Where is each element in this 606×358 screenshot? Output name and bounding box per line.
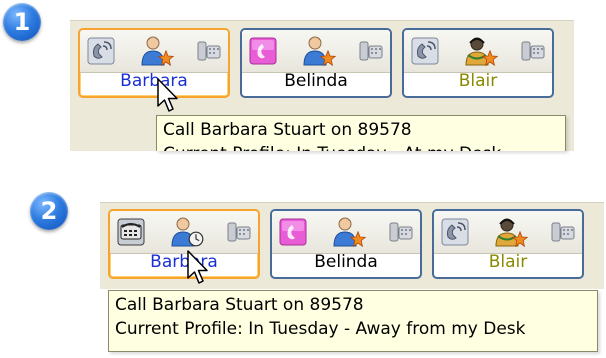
mouse-cursor-icon — [157, 78, 181, 114]
tooltip-profile-line: Current Profile: In Tuesday - Away from … — [115, 319, 526, 339]
desk-phone-grey-icon — [194, 36, 224, 66]
desk-phone-grey-icon — [356, 36, 386, 66]
contact-card-barbara[interactable]: Barbara — [78, 28, 230, 98]
available-star-icon — [350, 231, 366, 247]
available-star-icon — [512, 231, 528, 247]
available-star-icon — [320, 50, 336, 66]
available-star-icon — [158, 50, 174, 66]
contact-icons — [80, 30, 228, 73]
contact-icons — [404, 30, 552, 73]
contact-icons — [110, 211, 258, 254]
contact-card-blair[interactable]: Blair — [402, 28, 554, 98]
contact-name: Barbara — [150, 252, 218, 272]
available-star-icon — [482, 50, 498, 66]
handset-icon[interactable] — [440, 217, 470, 247]
contact-name: Blair — [458, 71, 498, 91]
contact-icons — [434, 211, 582, 254]
handset-icon[interactable] — [410, 36, 440, 66]
mobile-pink-icon[interactable] — [248, 36, 278, 66]
away-clock-icon — [188, 231, 204, 247]
desk-phone-grey-icon — [518, 36, 548, 66]
step-1-badge: 1 — [3, 3, 41, 41]
contact-icons — [242, 30, 390, 73]
contact-card-blair[interactable]: Blair — [432, 209, 584, 279]
call-tooltip: Call Barbara Stuart on 89578 Current Pro… — [156, 115, 566, 151]
contact-card-belinda[interactable]: Belinda — [270, 209, 422, 279]
mouse-cursor-icon — [187, 250, 211, 286]
desk-phone-grey-icon — [386, 217, 416, 247]
call-tooltip: Call Barbara Stuart on 89578 Current Pro… — [108, 290, 598, 352]
desk-phone-grey-icon — [548, 217, 578, 247]
tooltip-call-line: Call Barbara Stuart on 89578 — [115, 295, 364, 315]
contact-name: Barbara — [120, 71, 188, 91]
desk-phone-grey-icon — [224, 217, 254, 247]
step-2-panel: Barbara Belinda Blair — [100, 202, 604, 289]
desk-phone-icon[interactable] — [116, 217, 146, 247]
step-1-panel: Barbara Belinda Blair Call Barbara Stuar… — [70, 20, 574, 151]
contact-name: Belinda — [284, 71, 348, 91]
contact-name: Belinda — [314, 252, 378, 272]
handset-icon[interactable] — [86, 36, 116, 66]
contact-card-barbara[interactable]: Barbara — [108, 209, 260, 279]
contact-card-belinda[interactable]: Belinda — [240, 28, 392, 98]
tooltip-profile-line: Current Profile: In Tuesday - At my Desk — [163, 142, 559, 151]
contact-icons — [272, 211, 420, 254]
tooltip-call-line: Call Barbara Stuart on 89578 — [163, 120, 412, 140]
contact-name: Blair — [488, 252, 528, 272]
step-2-badge: 2 — [30, 192, 68, 230]
mobile-pink-icon[interactable] — [278, 217, 308, 247]
